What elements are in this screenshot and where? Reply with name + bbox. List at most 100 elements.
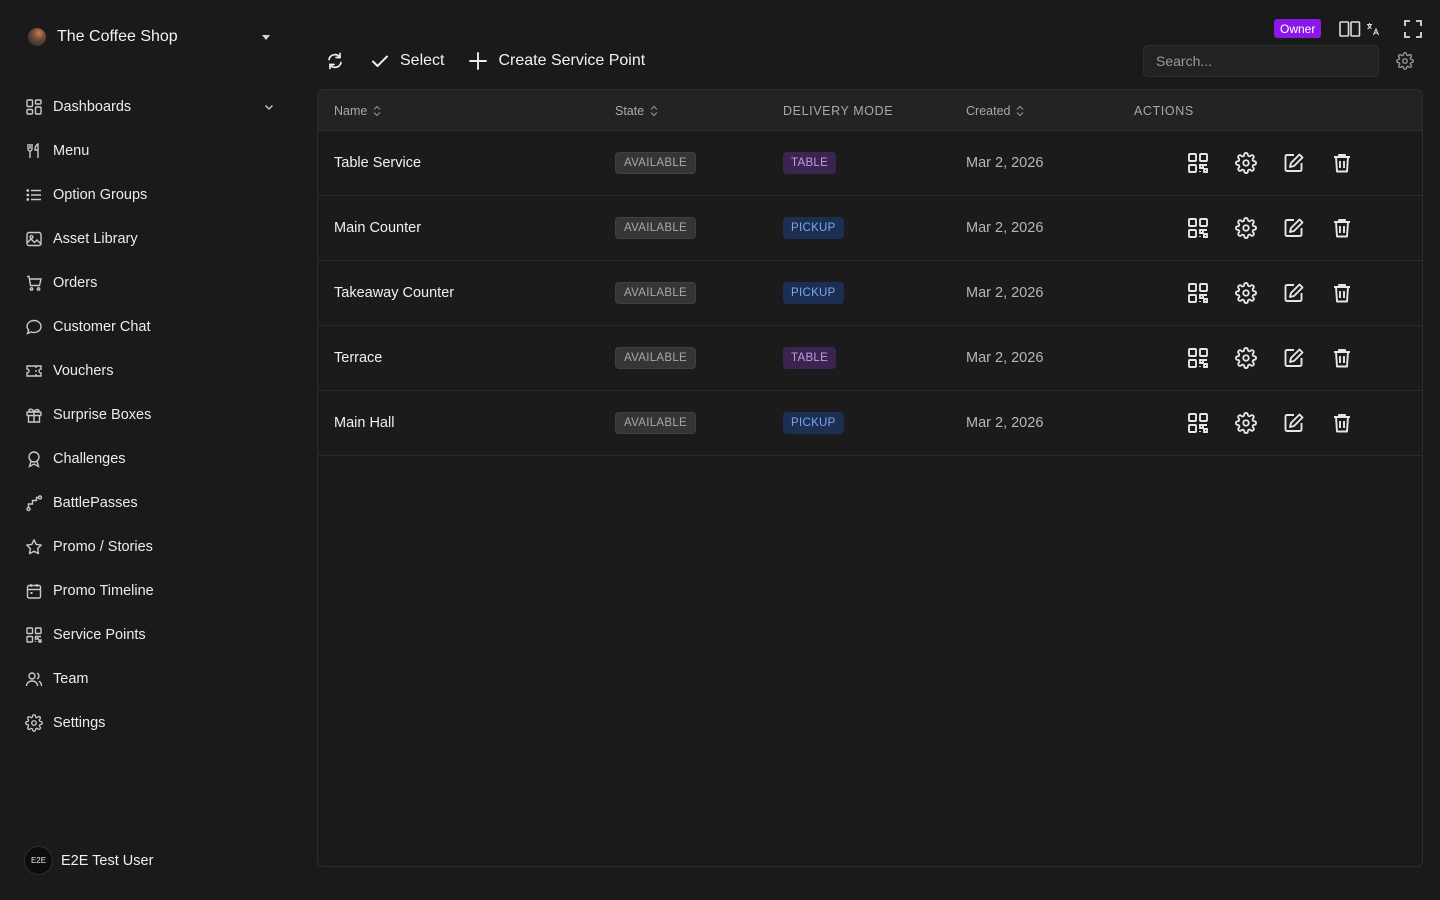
edit-button[interactable] xyxy=(1270,152,1318,174)
check-icon xyxy=(370,51,390,71)
fullscreen-icon[interactable] xyxy=(1403,19,1423,39)
created-date: Mar 2, 2026 xyxy=(966,285,1044,301)
column-label: DELIVERY MODE xyxy=(783,103,894,118)
translate-icon[interactable] xyxy=(1366,22,1380,36)
plus-icon xyxy=(468,51,488,71)
created-date: Mar 2, 2026 xyxy=(966,350,1044,366)
sidebar-item-surprise-boxes[interactable]: Surprise Boxes xyxy=(16,393,284,437)
create-service-point-button[interactable]: Create Service Point xyxy=(468,51,645,71)
column-header-state[interactable]: State xyxy=(615,90,658,131)
sidebar-item-label: Asset Library xyxy=(53,231,138,247)
edit-button[interactable] xyxy=(1270,347,1318,369)
sidebar-item-dashboards[interactable]: Dashboards xyxy=(16,85,284,129)
service-point-name: Table Service xyxy=(334,155,422,171)
state-badge: AVAILABLE xyxy=(615,347,697,369)
select-button[interactable]: Select xyxy=(370,51,444,71)
avatar: E2E xyxy=(24,846,53,875)
trash-icon xyxy=(1334,414,1350,433)
gear-icon xyxy=(1235,282,1257,304)
table-row[interactable]: Main Counter AVAILABLE PICKUP Mar 2, 202… xyxy=(318,196,1422,261)
qr-code-button[interactable] xyxy=(1174,152,1222,174)
table-row[interactable]: Takeaway Counter AVAILABLE PICKUP Mar 2,… xyxy=(318,261,1422,326)
sidebar-item-service-points[interactable]: Service Points xyxy=(16,613,284,657)
search-input[interactable] xyxy=(1143,45,1379,77)
settings-button[interactable] xyxy=(1222,412,1270,434)
sort-icon xyxy=(1016,105,1024,117)
edit-icon xyxy=(1284,218,1304,237)
column-label: Name xyxy=(334,103,368,118)
table-row[interactable]: Terrace AVAILABLE TABLE Mar 2, 2026 xyxy=(318,326,1422,391)
sidebar-item-team[interactable]: Team xyxy=(16,657,284,701)
shop-switcher[interactable]: The Coffee Shop xyxy=(24,24,276,50)
settings-button[interactable] xyxy=(1222,347,1270,369)
created-date: Mar 2, 2026 xyxy=(966,415,1044,431)
service-point-name: Main Hall xyxy=(334,415,395,431)
user-menu[interactable]: E2E E2E Test User xyxy=(24,846,153,875)
edit-button[interactable] xyxy=(1270,217,1318,239)
delivery-mode-badge: PICKUP xyxy=(783,217,844,239)
delete-button[interactable] xyxy=(1318,217,1366,239)
sidebar-item-label: Surprise Boxes xyxy=(53,407,152,423)
sidebar-item-asset-library[interactable]: Asset Library xyxy=(16,217,284,261)
sidebar-item-label: Settings xyxy=(53,715,106,731)
utensils-icon xyxy=(25,142,43,160)
sidebar-item-option-groups[interactable]: Option Groups xyxy=(16,173,284,217)
chat-icon xyxy=(25,318,43,336)
state-badge: AVAILABLE xyxy=(615,152,697,174)
settings-button[interactable] xyxy=(1222,152,1270,174)
delivery-mode-badge: TABLE xyxy=(783,152,837,174)
qr-code-button[interactable] xyxy=(1174,217,1222,239)
user-name: E2E Test User xyxy=(61,852,154,869)
sidebar-item-settings[interactable]: Settings xyxy=(16,701,284,745)
delete-button[interactable] xyxy=(1318,282,1366,304)
qr-code-icon xyxy=(1188,413,1208,433)
qr-code-button[interactable] xyxy=(1174,347,1222,369)
service-point-name: Terrace xyxy=(334,350,383,366)
select-label: Select xyxy=(400,52,445,69)
sidebar-item-promo-timeline[interactable]: Promo Timeline xyxy=(16,569,284,613)
delete-button[interactable] xyxy=(1318,152,1366,174)
sidebar-item-promo-stories[interactable]: Promo / Stories xyxy=(16,525,284,569)
toolbar: Select Create Service Point xyxy=(318,46,645,76)
qr-code-icon xyxy=(1188,348,1208,368)
sidebar-item-battlepasses[interactable]: BattlePasses xyxy=(16,481,284,525)
sidebar-item-label: Promo Timeline xyxy=(53,583,154,599)
sidebar-item-label: Menu xyxy=(53,143,90,159)
sidebar-nav: Dashboards Menu Option Groups Asset Libr… xyxy=(16,85,284,745)
column-header-name[interactable]: Name xyxy=(334,90,381,131)
sidebar-item-vouchers[interactable]: Vouchers xyxy=(16,349,284,393)
sidebar-item-challenges[interactable]: Challenges xyxy=(16,437,284,481)
settings-button[interactable] xyxy=(1222,217,1270,239)
refresh-button[interactable] xyxy=(325,51,345,71)
chevron-down-icon[interactable] xyxy=(262,100,276,114)
state-badge: AVAILABLE xyxy=(615,282,697,304)
table-row[interactable]: Table Service AVAILABLE TABLE Mar 2, 202… xyxy=(318,131,1422,196)
sort-icon xyxy=(373,105,381,117)
gear-icon xyxy=(1235,412,1257,434)
table-settings-icon[interactable] xyxy=(1396,52,1414,70)
sidebar-item-customer-chat[interactable]: Customer Chat xyxy=(16,305,284,349)
edit-icon xyxy=(1284,348,1304,367)
sidebar-item-menu[interactable]: Menu xyxy=(16,129,284,173)
delete-button[interactable] xyxy=(1318,412,1366,434)
trash-icon xyxy=(1334,219,1350,238)
delete-button[interactable] xyxy=(1318,347,1366,369)
sidebar-item-orders[interactable]: Orders xyxy=(16,261,284,305)
split-view-icon[interactable] xyxy=(1339,20,1361,38)
settings-button[interactable] xyxy=(1222,282,1270,304)
ticket-icon xyxy=(25,362,43,380)
caret-down-icon xyxy=(262,34,270,40)
qr-code-icon xyxy=(1188,283,1208,303)
create-label: Create Service Point xyxy=(498,52,646,69)
dashboard-icon xyxy=(25,98,43,116)
table-row[interactable]: Main Hall AVAILABLE PICKUP Mar 2, 2026 xyxy=(318,391,1422,456)
sidebar-item-label: Customer Chat xyxy=(53,319,151,335)
edit-button[interactable] xyxy=(1270,412,1318,434)
column-header-created[interactable]: Created xyxy=(966,90,1024,131)
qr-code-button[interactable] xyxy=(1174,282,1222,304)
edit-button[interactable] xyxy=(1270,282,1318,304)
shop-logo xyxy=(28,28,46,46)
column-label: State xyxy=(615,103,645,118)
service-point-name: Main Counter xyxy=(334,220,422,236)
qr-code-button[interactable] xyxy=(1174,412,1222,434)
